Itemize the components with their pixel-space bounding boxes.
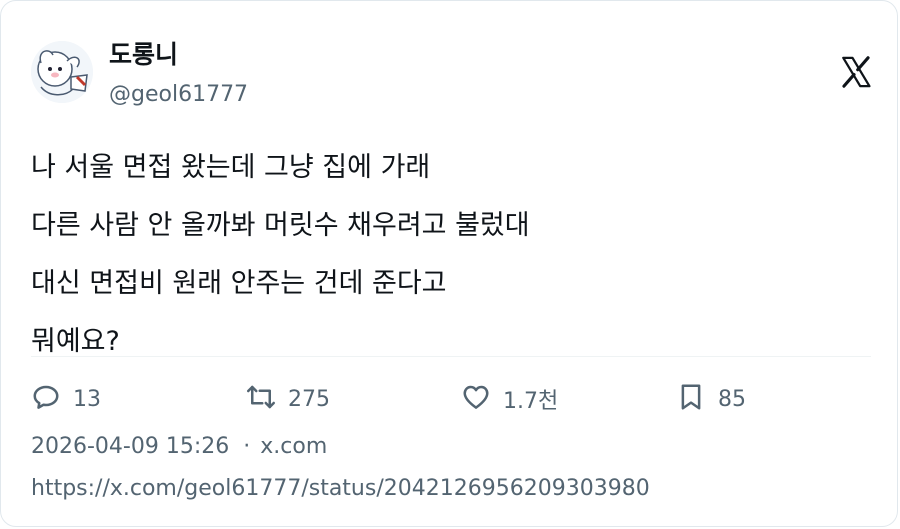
avatar-illustration [31, 41, 93, 103]
display-name[interactable]: 도롱니 [109, 39, 178, 71]
bookmark-icon [676, 382, 706, 416]
reply-count: 13 [73, 386, 101, 412]
tweet-text: 나 서울 면접 왔는데 그냥 집에 가래 다른 사람 안 올까봐 머릿수 채우려… [31, 139, 861, 371]
divider [31, 356, 871, 357]
like-count: 1.7천 [503, 389, 559, 414]
tweet-meta: 2026-04-09 15:26 · x.com [31, 431, 327, 463]
retweet-icon [246, 382, 276, 416]
like-button[interactable]: 1.7천 [461, 379, 558, 419]
tweet-card: 도롱니 @geol61777 나 서울 면접 왔는데 그냥 집에 가래 다른 사… [0, 0, 898, 527]
tweet-line: 뭐예요? [31, 326, 120, 357]
action-bar: 13 275 1.7천 85 [31, 379, 871, 419]
reply-button[interactable]: 13 [31, 379, 101, 419]
tweet-line: 나 서울 면접 왔는데 그냥 집에 가래 [31, 152, 431, 183]
avatar[interactable] [31, 41, 93, 103]
retweet-button[interactable]: 275 [246, 379, 330, 419]
reply-icon [31, 382, 61, 416]
timestamp[interactable]: 2026-04-09 15:26 [31, 434, 229, 459]
tweet-url[interactable]: https://x.com/geol61777/status/204212695… [31, 473, 650, 505]
source-link[interactable]: x.com [260, 434, 327, 459]
heart-icon [461, 382, 491, 416]
user-handle[interactable]: @geol61777 [109, 81, 248, 109]
meta-separator: · [243, 434, 251, 459]
tweet-line: 대신 면접비 원래 안주는 건데 준다고 [31, 268, 447, 299]
tweet-line: 다른 사람 안 올까봐 머릿수 채우려고 불렀대 [31, 210, 530, 241]
retweet-count: 275 [288, 386, 330, 412]
bookmark-button[interactable]: 85 [676, 379, 746, 419]
bookmark-count: 85 [718, 386, 746, 412]
x-logo-icon[interactable] [839, 55, 873, 89]
